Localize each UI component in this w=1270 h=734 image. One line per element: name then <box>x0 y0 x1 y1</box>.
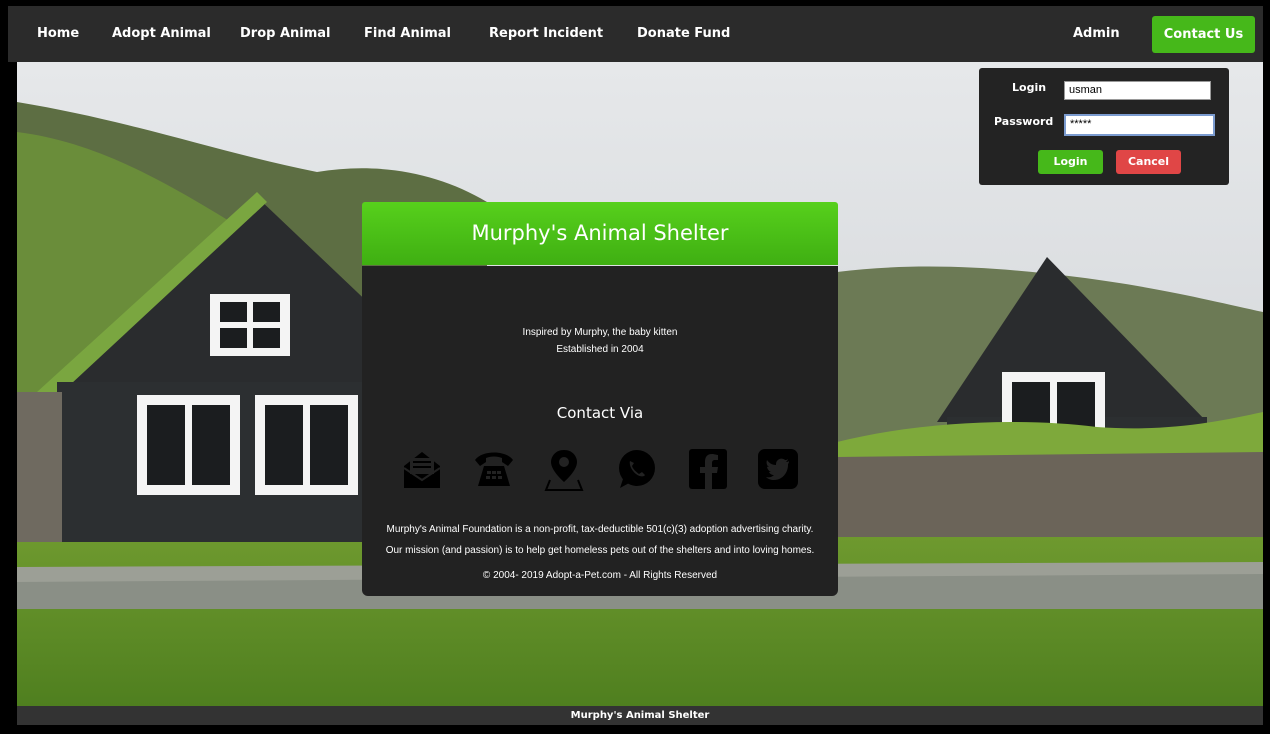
nav-drop-animal[interactable]: Drop Animal <box>240 6 331 62</box>
copyright-text: © 2004- 2019 Adopt-a-Pet.com - All Right… <box>482 570 718 581</box>
info-card: Inspired by Murphy, the baby kitten Esta… <box>362 266 838 596</box>
login-panel: Login usman Password ***** Login Cancel <box>979 68 1229 185</box>
nav-admin[interactable]: Admin <box>1073 6 1120 62</box>
password-field[interactable]: ***** <box>1064 114 1215 136</box>
card-title: Murphy's Animal Shelter <box>362 202 838 265</box>
footer-bar: Murphy's Animal Shelter <box>17 706 1263 725</box>
established-text: Established in 2004 <box>556 344 644 355</box>
description-line-1: Murphy's Animal Foundation is a non-prof… <box>386 524 814 535</box>
contact-us-button[interactable]: Contact Us <box>1152 16 1255 53</box>
map-pin-icon[interactable] <box>542 446 586 492</box>
email-icon[interactable] <box>400 446 444 492</box>
whatsapp-icon[interactable] <box>614 446 658 492</box>
login-button[interactable]: Login <box>1038 150 1103 174</box>
nav-report-incident[interactable]: Report Incident <box>489 6 603 62</box>
description-line-2: Our mission (and passion) is to help get… <box>385 545 815 556</box>
contact-via-heading: Contact Via <box>556 404 644 422</box>
username-field[interactable]: usman <box>1064 81 1211 100</box>
contact-icons-row <box>400 446 820 494</box>
tagline: Inspired by Murphy, the baby kitten <box>522 327 678 338</box>
nav-find-animal[interactable]: Find Animal <box>364 6 451 62</box>
top-nav-bar: Home Adopt Animal Drop Animal Find Anima… <box>8 6 1263 62</box>
twitter-icon[interactable] <box>756 446 800 492</box>
nav-home[interactable]: Home <box>37 6 79 62</box>
password-label: Password <box>994 115 1054 128</box>
nav-adopt-animal[interactable]: Adopt Animal <box>112 6 211 62</box>
facebook-icon[interactable] <box>686 446 730 492</box>
nav-donate-fund[interactable]: Donate Fund <box>637 6 730 62</box>
telephone-icon[interactable] <box>472 446 516 492</box>
cancel-button[interactable]: Cancel <box>1116 150 1181 174</box>
login-label: Login <box>1012 81 1047 94</box>
